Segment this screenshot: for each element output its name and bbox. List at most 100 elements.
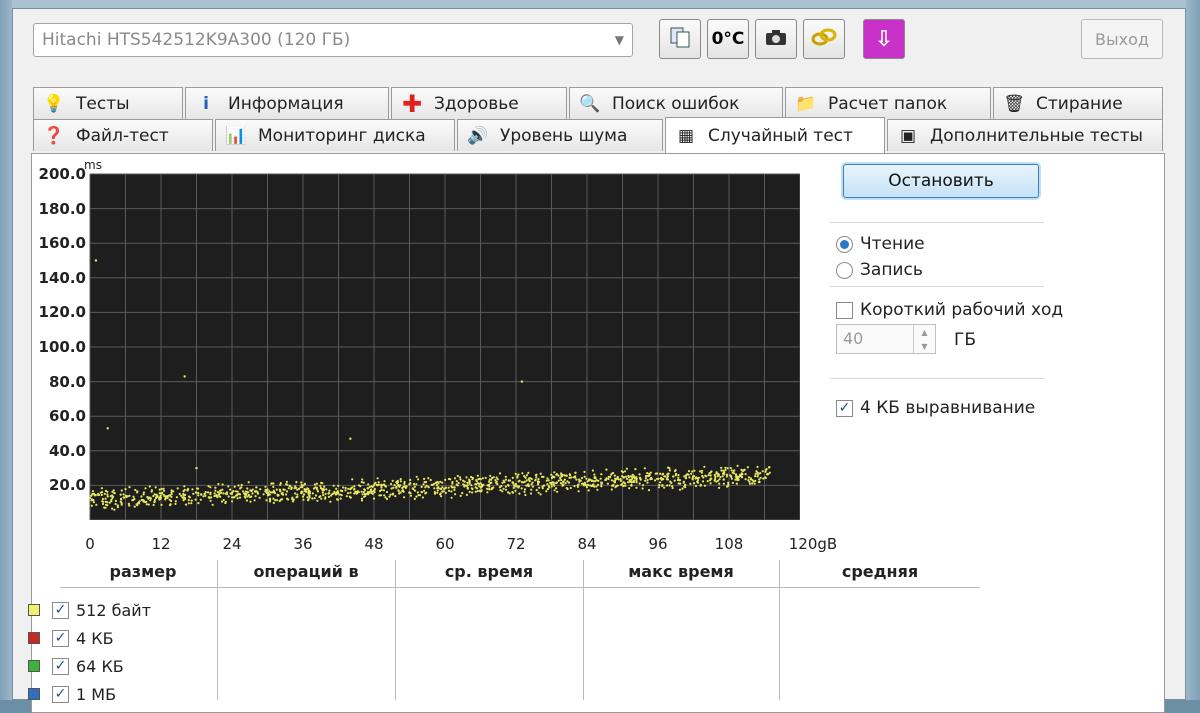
data-point [459,478,462,481]
table-row: ✓ 512 байт [28,598,151,622]
chevron-down-icon[interactable]: ▼ [615,33,624,47]
screenshot-button[interactable] [755,19,797,59]
tab-erase[interactable]: 🗑 Стирание [993,87,1163,119]
x-tick-label: 96 [648,535,668,553]
data-point [528,480,531,483]
data-point [399,480,402,483]
data-point [524,476,527,479]
data-point [324,492,327,495]
data-point [269,497,272,500]
data-point [518,492,521,495]
data-point [726,467,729,470]
data-point [563,474,566,477]
data-point [91,490,94,493]
data-point [614,477,617,480]
table-row: ✓ 4 КБ [28,626,114,650]
data-point [644,477,647,480]
data-point [255,486,258,489]
data-point [340,494,343,497]
read-option[interactable]: Чтение [836,234,925,254]
short-stroke-option[interactable]: Короткий рабочий ход [836,300,1063,320]
data-point [546,477,549,480]
tab-label: Информация [228,93,344,114]
exit-button[interactable]: Выход [1081,19,1163,59]
link-button[interactable] [803,19,845,59]
tab-extra-tests[interactable]: ▣ Дополнительные тесты [887,119,1163,151]
data-point [433,487,436,490]
tab-random-test[interactable]: ▦ Случайный тест [665,117,885,153]
data-point [753,482,756,485]
data-point [114,502,117,506]
latency-scatter-chart [88,173,800,520]
short-stroke-size-input[interactable]: 40 ▲ ▼ [836,324,936,354]
data-point [657,486,661,489]
chevron-up-icon[interactable]: ▲ [921,328,927,337]
data-point [119,493,122,496]
data-point [363,492,366,496]
data-point [559,477,562,480]
data-point [219,495,222,498]
tab-tests[interactable]: 💡 Тесты [33,87,183,119]
tab-noise-level[interactable]: 🔊 Уровень шума [457,119,663,151]
tab-file-test[interactable]: ❓ Файл-тест [33,119,213,151]
tab-info[interactable]: i Информация [185,87,389,119]
spinner-buttons[interactable]: ▲ ▼ [913,325,935,353]
tab-disk-monitoring[interactable]: 📊 Мониторинг диска [215,119,455,151]
series-checkbox[interactable]: ✓ [52,657,69,675]
data-point [295,481,298,484]
data-point [684,477,688,480]
data-point [236,497,239,500]
copy-button[interactable] [659,19,701,59]
write-option[interactable]: Запись [836,260,923,280]
series-checkbox[interactable]: ✓ [52,601,69,619]
data-point [546,483,549,486]
chevron-down-icon[interactable]: ▼ [921,342,927,351]
data-point [572,476,575,479]
data-point [184,493,187,496]
data-point [659,481,662,484]
data-point [577,483,580,486]
folder-icon: 📁 [795,93,817,114]
read-radio[interactable] [836,235,853,253]
data-point [262,493,265,496]
series-checkbox[interactable]: ✓ [52,629,69,647]
data-point [554,487,558,490]
data-point [738,475,741,478]
data-point [481,477,484,480]
data-point [154,486,157,489]
data-point [170,499,173,503]
data-point [529,492,533,495]
short-stroke-checkbox[interactable] [836,301,853,319]
data-point [412,482,416,486]
data-point [735,482,738,485]
data-point [638,482,641,485]
download-icon: ⇩ [874,26,894,52]
align-4kb-option[interactable]: ✓ 4 КБ выравнивание [836,398,1035,418]
data-point [641,487,644,490]
data-point [415,483,418,486]
download-button[interactable]: ⇩ [863,19,905,59]
align-4kb-checkbox[interactable]: ✓ [836,399,853,417]
temperature-button[interactable]: 0°C [707,19,749,59]
data-point [721,475,724,478]
data-point [528,477,531,480]
data-point [668,484,671,487]
data-point [308,489,311,493]
drive-select[interactable]: Hitachi HTS542512K9A300 (120 ГБ) ▼ [33,23,633,57]
data-point [383,480,386,483]
data-point-outlier [106,427,109,430]
data-point [477,478,480,481]
data-point [120,489,123,492]
tab-health[interactable]: ✚ Здоровье [391,87,567,119]
write-radio[interactable] [836,261,853,279]
tab-folder-calc[interactable]: 📁 Расчет папок [785,87,991,119]
stop-button[interactable]: Остановить [843,164,1039,198]
data-point [550,485,553,488]
read-label: Чтение [860,234,925,254]
data-point [220,491,223,494]
tab-error-scan[interactable]: 🔍 Поиск ошибок [569,87,783,119]
data-point [590,484,593,488]
data-point [520,481,523,484]
data-point [517,473,520,476]
data-point [174,500,177,503]
